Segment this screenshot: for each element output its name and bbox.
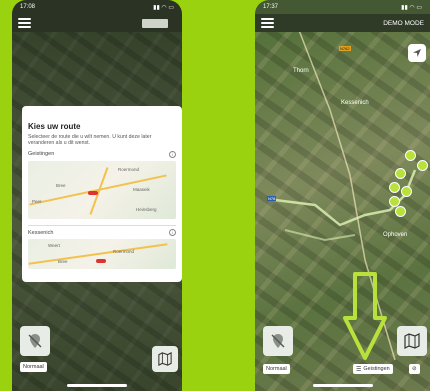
route-option-kessenich-header[interactable]: Kessenich i: [28, 229, 176, 237]
map-label: Bree: [58, 259, 68, 265]
poi-lock-icon[interactable]: [395, 206, 406, 217]
list-icon: ☰: [356, 366, 362, 373]
route-dialog: Kies uw route Selecteer de route die u w…: [22, 106, 182, 282]
info-icon[interactable]: i: [169, 229, 176, 237]
place-label: Ophoven: [383, 232, 408, 238]
poi-lock-icon[interactable]: [417, 160, 428, 171]
map-label: Roermond: [113, 249, 135, 255]
arrow-down-icon: [343, 272, 387, 360]
top-bar: DEMO MODE: [255, 14, 430, 32]
divider: [28, 224, 176, 226]
map-icon: [158, 352, 172, 366]
map-style-chip[interactable]: Normaal: [263, 364, 290, 374]
poi-lock-icon[interactable]: [389, 182, 400, 193]
map-label: Weert: [48, 243, 60, 249]
status-time: 17:08: [20, 4, 36, 10]
location-off-button[interactable]: [263, 326, 293, 356]
home-indicator: [67, 384, 127, 387]
route-selector-chip[interactable]: ☰ Geistingen: [353, 364, 393, 374]
dialog-description: Selecteer de route die u wilt nemen. U k…: [28, 134, 152, 147]
top-bar: [12, 14, 182, 32]
route-selector-label: Geistingen: [363, 366, 390, 372]
poi-lock-icon[interactable]: [395, 168, 406, 179]
routes-map-button[interactable]: [152, 346, 178, 372]
navigation-arrow-icon: [413, 49, 421, 57]
location-off-button[interactable]: [20, 326, 50, 356]
signal-icon: ▮▮ ◠ ▭: [153, 5, 174, 11]
info-icon[interactable]: i: [169, 150, 176, 158]
menu-icon[interactable]: [18, 18, 31, 28]
route-name: Geistingen: [28, 151, 55, 158]
map-label: Peer: [32, 198, 42, 204]
routes-map-button[interactable]: [397, 326, 427, 356]
eye-off-icon: ⊘: [412, 366, 417, 372]
status-time: 17:37: [263, 4, 279, 10]
left-phone-screen: 17:08 ▮▮ ◠ ▭ Kies uw route Selecteer de …: [12, 0, 182, 391]
road-badge: N762: [339, 46, 351, 51]
map-label: Bree: [56, 182, 66, 188]
status-bar: 17:08 ▮▮ ◠ ▭: [12, 0, 182, 14]
brand-logo: [142, 18, 168, 28]
map-label: Roermond: [118, 166, 140, 172]
map-label: Heinsberg: [136, 206, 157, 212]
map-style-label: Normaal: [23, 364, 44, 370]
poi-lock-icon[interactable]: [401, 186, 412, 197]
visibility-toggle[interactable]: ⊘: [409, 364, 420, 374]
map-icon: [404, 333, 420, 349]
place-label: Thorn: [293, 68, 309, 74]
location-off-icon: [271, 334, 285, 348]
route-option-kessenich-map[interactable]: Weert Roermond Bree: [28, 239, 176, 270]
map-label: Maaseik: [133, 186, 150, 192]
poi-lock-icon[interactable]: [405, 150, 416, 161]
map-style-chip[interactable]: Normaal: [20, 362, 47, 372]
home-indicator: [312, 384, 373, 387]
menu-icon[interactable]: [261, 18, 274, 28]
route-option-geistingen-header[interactable]: Geistingen i: [28, 150, 176, 158]
status-bar: 17:37 ▮▮ ◠ ▭: [255, 0, 430, 14]
compass-button[interactable]: [408, 44, 426, 62]
signal-icon: ▮▮ ◠ ▭: [401, 5, 422, 11]
dialog-title: Kies uw route: [28, 122, 81, 131]
right-phone-screen: 17:37 ▮▮ ◠ ▭ DEMO MODE Thorn Kessenich O…: [255, 0, 430, 391]
route-option-geistingen-map[interactable]: Roermond Bree Maaseik Heinsberg Peer: [28, 160, 176, 219]
place-label: Kessenich: [341, 100, 369, 106]
map-style-label: Normaal: [266, 366, 287, 372]
road-badge: N78: [267, 196, 277, 201]
header-title: DEMO MODE: [383, 19, 424, 27]
route-name: Kessenich: [28, 229, 54, 236]
location-off-icon: [28, 334, 42, 348]
